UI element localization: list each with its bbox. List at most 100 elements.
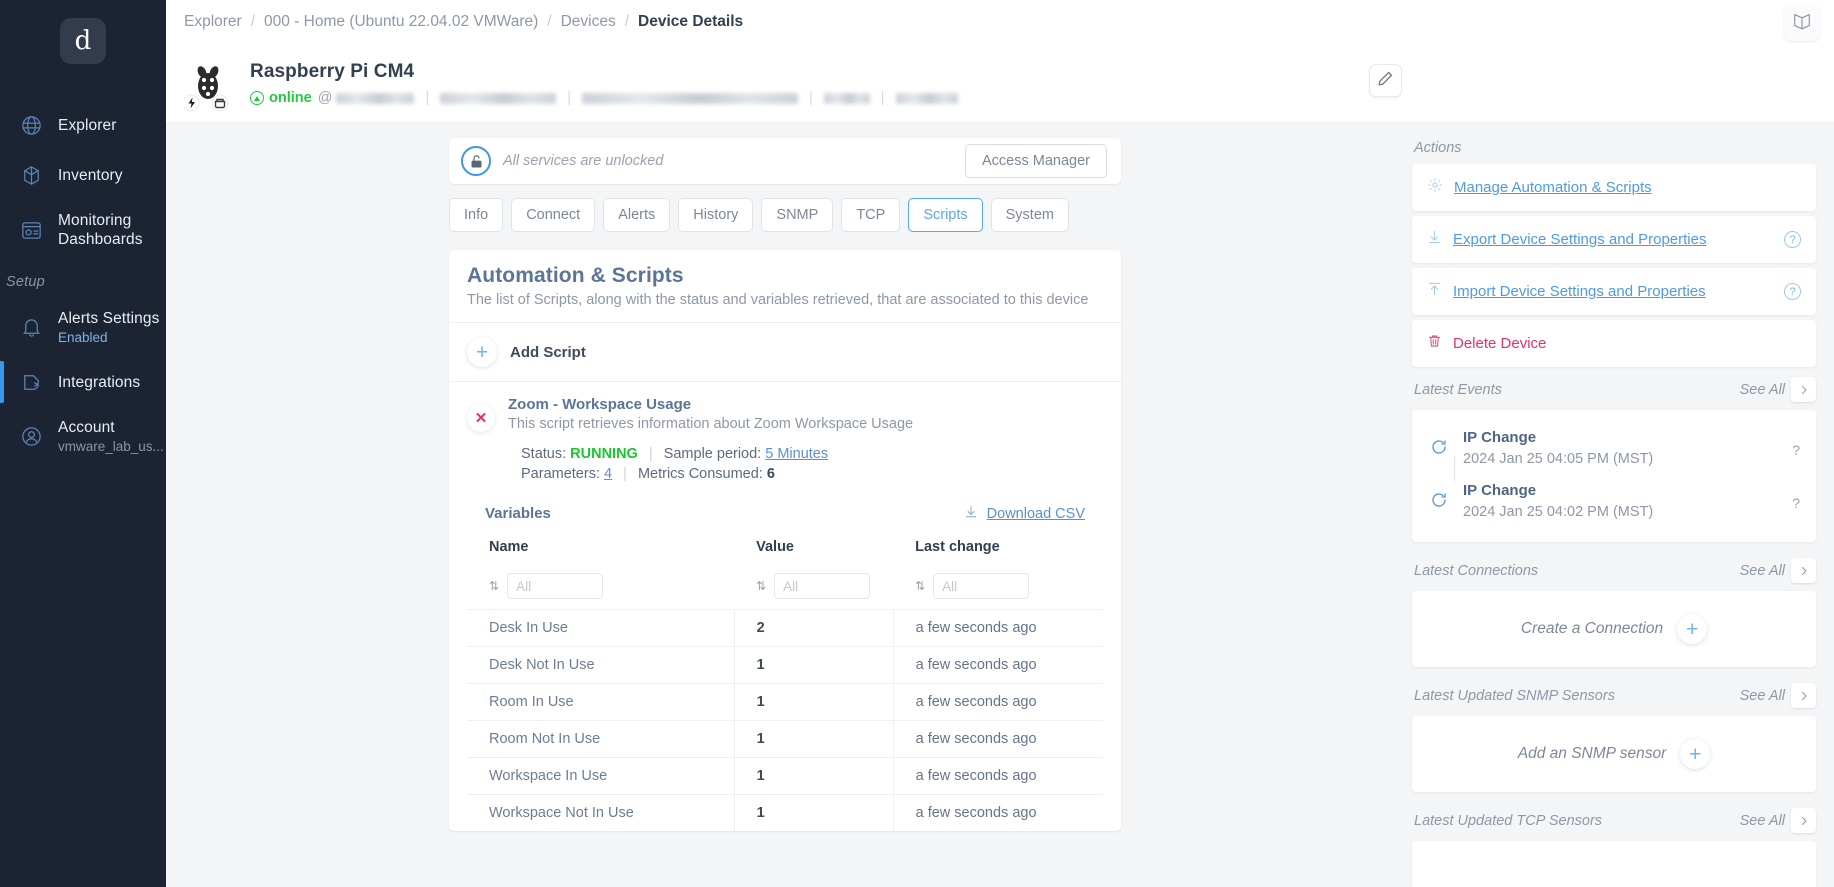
breadcrumb: Explorer / 000 - Home (Ubuntu 22.04.02 V… bbox=[184, 13, 743, 31]
sidebar-item-explorer-text: Explorer bbox=[58, 116, 117, 135]
content-area: All services are unlocked Access Manager… bbox=[166, 122, 1834, 887]
breadcrumb-item-explorer[interactable]: Explorer bbox=[184, 13, 242, 31]
chevron-right-icon[interactable] bbox=[1791, 683, 1816, 708]
breadcrumb-separator: / bbox=[624, 13, 630, 30]
import-device-settings-label: Import Device Settings and Properties bbox=[1453, 283, 1706, 300]
tcp-sensors-empty-card[interactable] bbox=[1412, 841, 1816, 887]
plus-icon: + bbox=[1680, 739, 1711, 769]
add-snmp-sensor-card[interactable]: Add an SNMP sensor + bbox=[1412, 716, 1816, 792]
documentation-button[interactable] bbox=[1784, 5, 1820, 41]
tab-history[interactable]: History bbox=[678, 198, 754, 232]
status-value: RUNNING bbox=[570, 446, 638, 462]
filter-input-value[interactable] bbox=[774, 573, 871, 599]
chevron-right-icon[interactable] bbox=[1791, 558, 1816, 583]
breadcrumb-item-home[interactable]: 000 - Home (Ubuntu 22.04.02 VMWare) bbox=[264, 13, 538, 31]
sidebar-item-alerts-settings-text: Alerts Settings Enabled bbox=[58, 309, 159, 346]
breadcrumb-separator: / bbox=[547, 13, 552, 30]
cell-name: Room Not In Use bbox=[489, 731, 601, 747]
filter-input-last-change[interactable] bbox=[933, 573, 1030, 599]
add-script-row[interactable]: + Add Script bbox=[449, 323, 1121, 382]
see-all-link[interactable]: See All bbox=[1740, 688, 1785, 704]
help-icon[interactable]: ? bbox=[1784, 283, 1801, 300]
at-sign: @ bbox=[317, 90, 333, 106]
list-item[interactable]: IP Change 2024 Jan 25 04:05 PM (MST) ? bbox=[1428, 422, 1800, 481]
remove-script-button[interactable]: ✕ bbox=[467, 404, 495, 432]
filter-input-name[interactable] bbox=[507, 573, 604, 599]
sidebar-item-alerts-settings[interactable]: Alerts Settings Enabled bbox=[0, 298, 166, 357]
cell-value: 1 bbox=[733, 794, 894, 831]
script-name[interactable]: Zoom - Workspace Usage bbox=[508, 396, 913, 413]
divider: | bbox=[880, 90, 885, 106]
actions-section: Actions Manage Automation & Scripts Expo… bbox=[1412, 136, 1816, 367]
download-arrow-icon bbox=[964, 504, 978, 523]
plus-icon: + bbox=[1677, 614, 1708, 644]
download-arrow-icon bbox=[1427, 229, 1442, 250]
tab-connect[interactable]: Connect bbox=[511, 198, 596, 232]
actions-section-header: Actions bbox=[1412, 136, 1816, 164]
import-device-settings-action[interactable]: Import Device Settings and Properties ? bbox=[1412, 268, 1816, 315]
sidebar-item-label: Integrations bbox=[58, 373, 141, 391]
sidebar-item-label: Explorer bbox=[58, 116, 117, 134]
see-all-link[interactable]: See All bbox=[1740, 563, 1785, 579]
breadcrumb-item-devices[interactable]: Devices bbox=[561, 13, 616, 31]
parameters-value[interactable]: 4 bbox=[604, 466, 612, 482]
table-row[interactable]: Desk Not In Use 1 a few seconds ago bbox=[467, 646, 1103, 684]
event-help-badge[interactable]: ? bbox=[1792, 495, 1800, 511]
access-status-text: All services are unlocked bbox=[503, 153, 664, 169]
table-row[interactable]: Workspace Not In Use 1 a few seconds ago bbox=[467, 794, 1103, 831]
sort-updown-icon[interactable]: ⇅ bbox=[489, 580, 499, 592]
script-stats-line1: Status: RUNNING | Sample period: 5 Minut… bbox=[521, 444, 1103, 464]
tab-alerts[interactable]: Alerts bbox=[603, 198, 671, 232]
sample-period-value[interactable]: 5 Minutes bbox=[765, 446, 828, 462]
see-all-link[interactable]: See All bbox=[1740, 382, 1785, 398]
center-column: All services are unlocked Access Manager… bbox=[166, 122, 1404, 887]
app-logo[interactable]: d bbox=[60, 18, 106, 64]
cell-value: 1 bbox=[733, 720, 894, 758]
latest-connections-section: Latest Connections See All Create a Conn… bbox=[1412, 554, 1816, 667]
sort-updown-icon[interactable]: ⇅ bbox=[915, 580, 925, 592]
add-snmp-sensor-label: Add an SNMP sensor bbox=[1517, 745, 1667, 762]
variables-table: Name Value Last change ⇅ All ⇅ All ⇅ All… bbox=[467, 531, 1103, 831]
latest-snmp-sensors-section: Latest Updated SNMP Sensors See All Add … bbox=[1412, 679, 1816, 792]
latest-events-header: Latest Events See All bbox=[1412, 373, 1816, 410]
access-manager-button[interactable]: Access Manager bbox=[965, 144, 1107, 178]
table-row[interactable]: Room In Use 1 a few seconds ago bbox=[467, 683, 1103, 721]
table-row[interactable]: Workspace In Use 1 a few seconds ago bbox=[467, 757, 1103, 795]
tab-system[interactable]: System bbox=[990, 198, 1069, 232]
table-row[interactable]: Room Not In Use 1 a few seconds ago bbox=[467, 720, 1103, 758]
tab-snmp[interactable]: SNMP bbox=[761, 198, 834, 232]
globe-icon bbox=[18, 114, 44, 137]
raspberry-pi-icon bbox=[182, 60, 236, 112]
script-header: ✕ Zoom - Workspace Usage This script ret… bbox=[467, 396, 1103, 432]
chevron-right-icon[interactable] bbox=[1791, 808, 1816, 833]
download-csv-button[interactable]: Download CSV bbox=[964, 504, 1085, 523]
sidebar-item-explorer[interactable]: Explorer bbox=[0, 100, 166, 150]
manage-automation-scripts-action[interactable]: Manage Automation & Scripts bbox=[1412, 164, 1816, 211]
cube-icon bbox=[18, 164, 44, 187]
list-item[interactable]: IP Change 2024 Jan 25 04:02 PM (MST) ? bbox=[1428, 475, 1800, 528]
sidebar-item-monitoring-dashboards[interactable]: Monitoring Dashboards bbox=[0, 200, 166, 260]
tab-tcp[interactable]: TCP bbox=[841, 198, 901, 232]
delete-device-action[interactable]: Delete Device bbox=[1412, 320, 1816, 367]
export-device-settings-action[interactable]: Export Device Settings and Properties ? bbox=[1412, 216, 1816, 263]
table-row[interactable]: Desk In Use 2 a few seconds ago bbox=[467, 609, 1103, 647]
tab-scripts[interactable]: Scripts bbox=[908, 198, 983, 232]
book-icon bbox=[1791, 10, 1813, 37]
see-all-link[interactable]: See All bbox=[1740, 813, 1785, 829]
cell-name: Room In Use bbox=[489, 694, 574, 710]
filter-cell-last-change: ⇅ bbox=[893, 563, 1103, 610]
cell-value: 1 bbox=[733, 683, 894, 721]
sidebar-item-integrations[interactable]: Integrations bbox=[0, 357, 166, 407]
topbar: Explorer / 000 - Home (Ubuntu 22.04.02 V… bbox=[166, 0, 1834, 44]
sidebar-item-account[interactable]: Account vmware_lab_us... bbox=[0, 407, 166, 466]
help-icon[interactable]: ? bbox=[1784, 231, 1801, 248]
tab-info[interactable]: Info bbox=[449, 198, 504, 232]
create-connection-card[interactable]: Create a Connection + bbox=[1412, 591, 1816, 667]
sidebar-item-monitoring-dashboards-text: Monitoring Dashboards bbox=[58, 211, 166, 249]
event-help-badge[interactable]: ? bbox=[1792, 442, 1800, 458]
sort-updown-icon[interactable]: ⇅ bbox=[756, 580, 766, 592]
sidebar-item-inventory[interactable]: Inventory bbox=[0, 150, 166, 200]
chevron-right-icon[interactable] bbox=[1791, 377, 1816, 402]
edit-device-button[interactable] bbox=[1369, 64, 1402, 97]
sample-period-label: Sample period: bbox=[663, 446, 762, 462]
